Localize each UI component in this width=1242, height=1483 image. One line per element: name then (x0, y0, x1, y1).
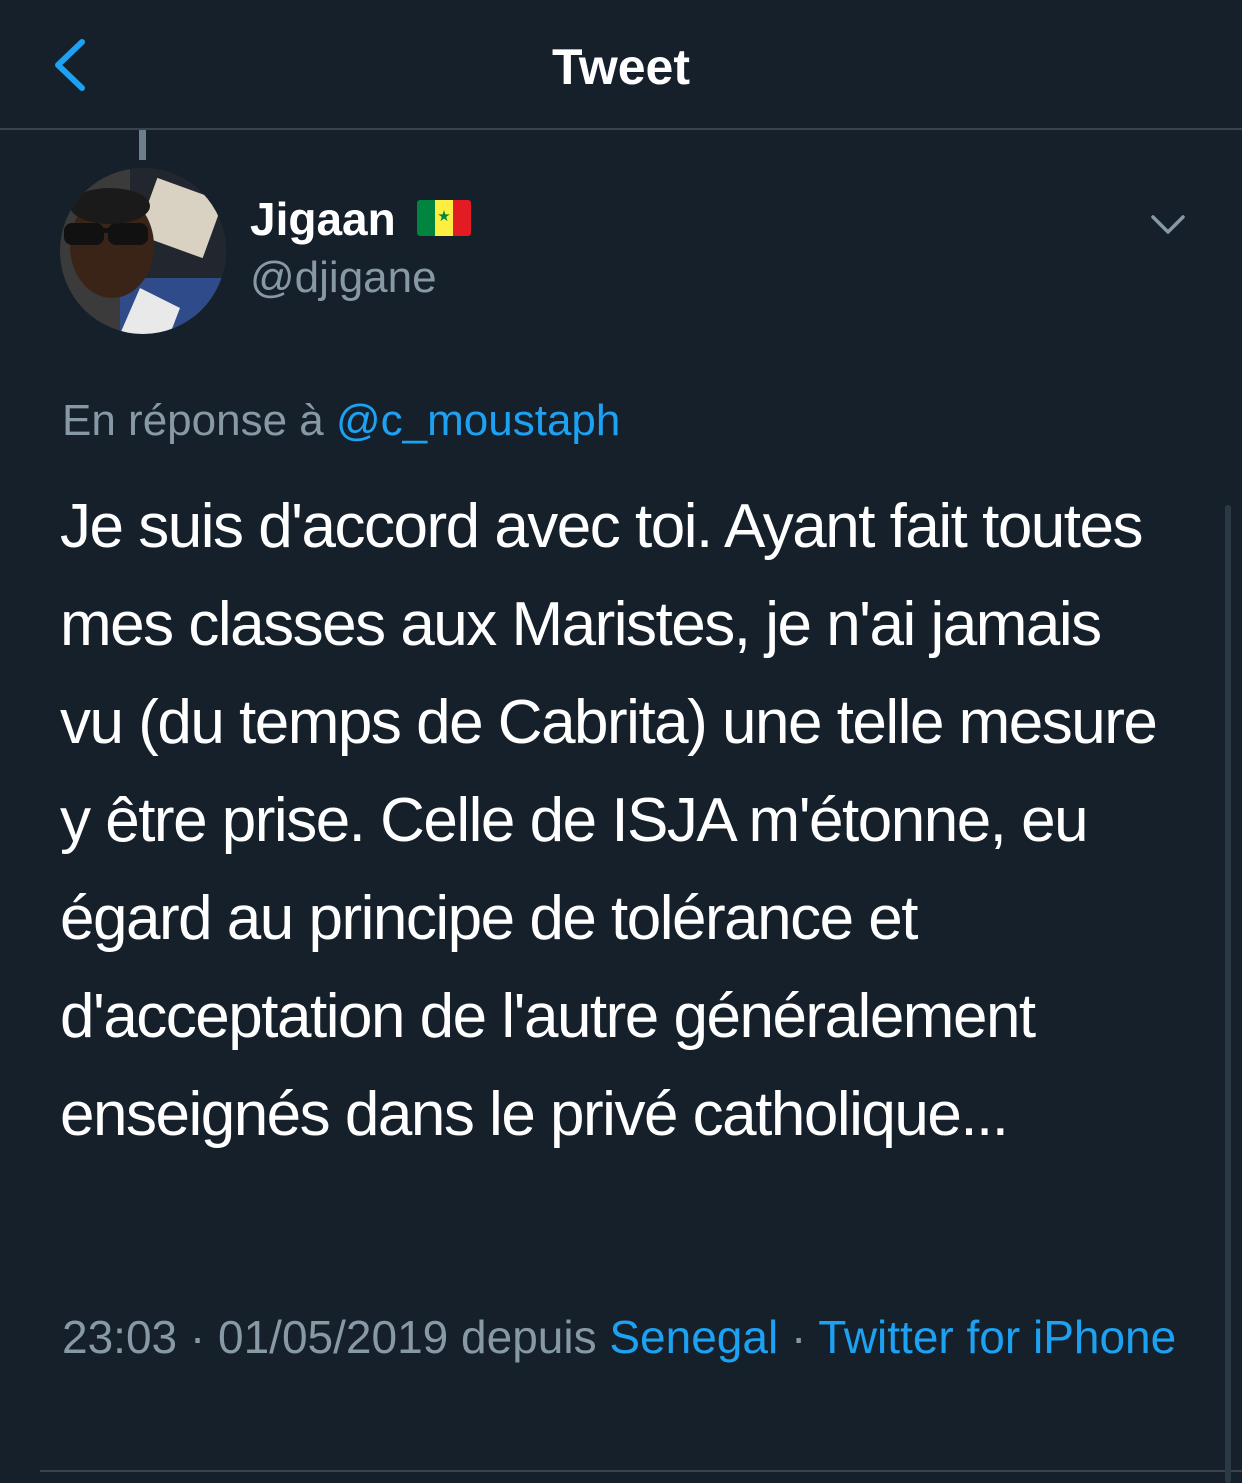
author-name[interactable]: Jigaan (250, 192, 396, 246)
from-label: depuis (461, 1311, 597, 1363)
tweet-time: 23:03 (62, 1311, 178, 1363)
client-link[interactable]: Twitter for iPhone (818, 1311, 1176, 1363)
top-navigation-bar: Tweet (0, 0, 1242, 130)
scrollbar[interactable] (1225, 505, 1231, 1483)
divider (40, 1470, 1242, 1472)
page-title: Tweet (552, 39, 690, 95)
reply-context: En réponse à @c_moustaph (62, 396, 620, 446)
more-options-button[interactable] (1145, 205, 1191, 245)
author-handle[interactable]: @djigane (250, 253, 437, 303)
senegal-flag-icon: ★ (417, 200, 471, 236)
reply-prefix: En réponse à (62, 396, 324, 445)
separator-dot: · (189, 1311, 206, 1363)
tweet-date: 01/05/2019 (218, 1311, 449, 1363)
reply-to-handle-link[interactable]: @c_moustaph (336, 396, 620, 445)
location-link[interactable]: Senegal (609, 1311, 778, 1363)
thread-connector-line (139, 130, 146, 160)
tweet-metadata: 23:03 · 01/05/2019 depuis Senegal · Twit… (62, 1305, 1182, 1369)
tweet-text: Je suis d'accord avec toi. Ayant fait to… (60, 492, 1158, 1149)
chevron-down-icon (1151, 215, 1185, 234)
avatar[interactable] (60, 168, 226, 334)
separator-dot: · (790, 1311, 807, 1363)
avatar-photo (60, 168, 226, 334)
